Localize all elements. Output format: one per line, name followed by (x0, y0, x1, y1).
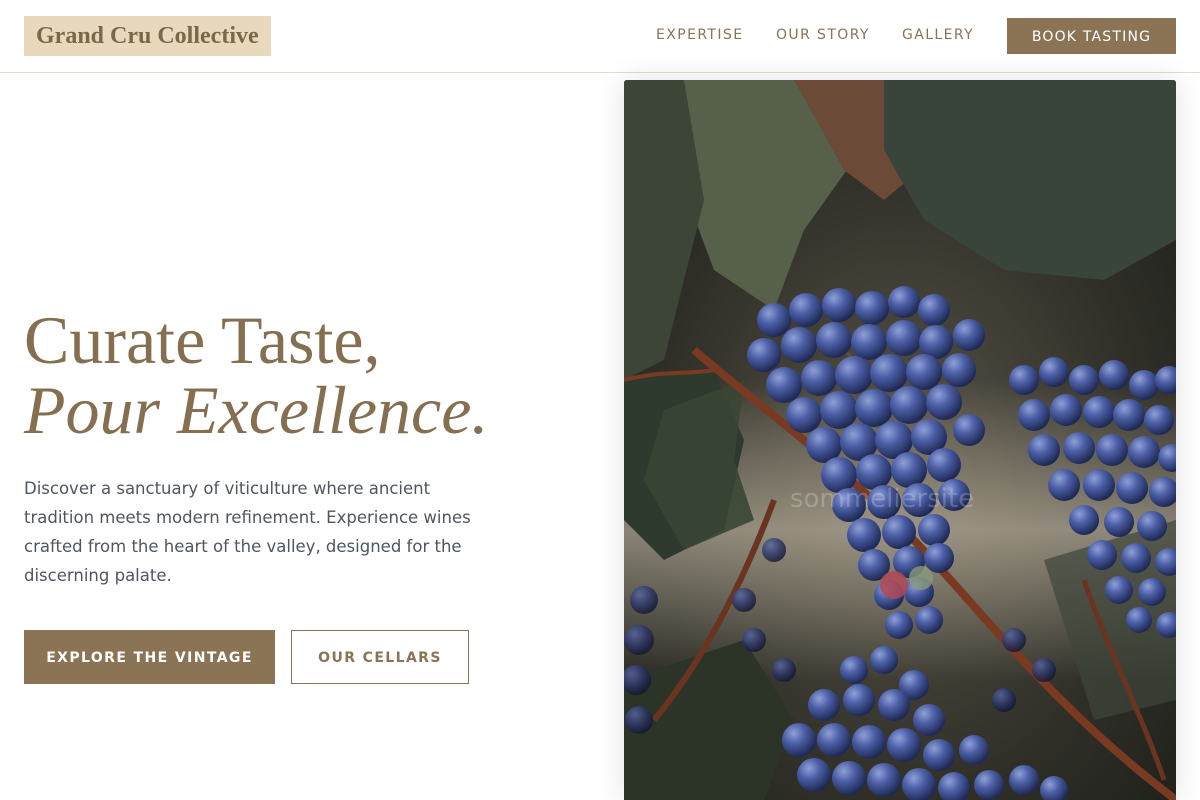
book-tasting-button[interactable]: BOOK TASTING (1007, 18, 1176, 54)
site-logo[interactable]: Grand Cru Collective (24, 16, 271, 56)
nav-link-gallery[interactable]: GALLERY (902, 26, 974, 44)
hero-description: Discover a sanctuary of viticulture wher… (24, 479, 471, 585)
grape-cluster-illustration (624, 80, 1176, 800)
hero-headline: Curate Taste, Pour Excellence. (24, 305, 488, 445)
hero-headline-line-2: Pour Excellence. (24, 372, 489, 448)
hero-vineyard-image (624, 80, 1176, 800)
explore-vintage-button[interactable]: EXPLORE THE VINTAGE (24, 630, 275, 684)
our-cellars-button[interactable]: OUR CELLARS (291, 630, 469, 684)
image-watermark: sommeliersite (790, 484, 975, 514)
nav-link-expertise[interactable]: EXPERTISE (656, 26, 743, 44)
nav-link-our-story[interactable]: OUR STORY (776, 26, 870, 44)
site-header: Grand Cru Collective EXPERTISE OUR STORY… (0, 0, 1200, 73)
hero-headline-line-1: Curate Taste, (24, 302, 381, 378)
